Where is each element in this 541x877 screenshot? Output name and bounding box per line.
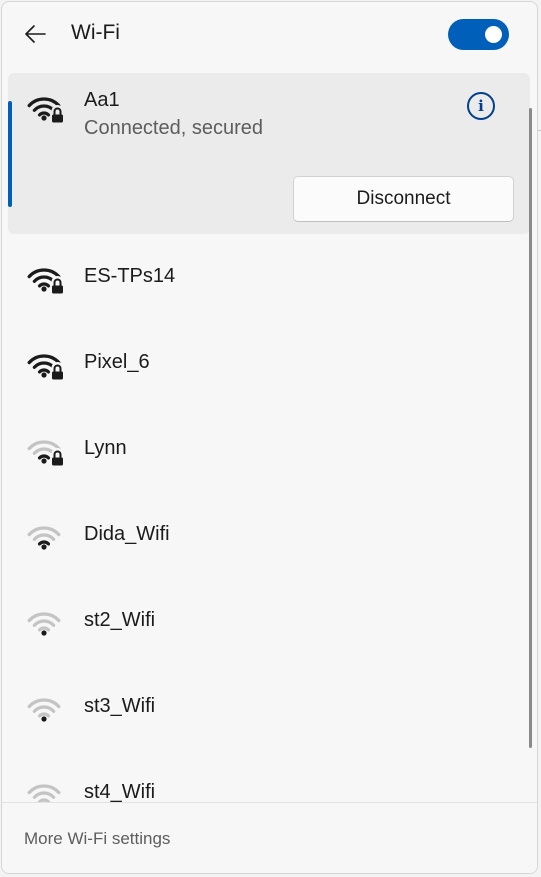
- flyout-footer: More Wi-Fi settings: [2, 802, 537, 873]
- wifi-secured-icon: [27, 354, 65, 380]
- network-item[interactable]: Dida_Wifi: [8, 493, 530, 579]
- network-name: st2_Wifi: [84, 609, 156, 631]
- info-icon[interactable]: i: [467, 92, 495, 120]
- network-item-connected[interactable]: Aa1 Connected, secured i Disconnect: [8, 73, 530, 234]
- network-name: Dida_Wifi: [84, 523, 170, 545]
- network-name: ES-TPs14: [84, 265, 176, 287]
- wifi-icon: [27, 526, 61, 550]
- wifi-icon: [27, 784, 61, 802]
- wifi-secured-icon: [27, 97, 65, 123]
- scrollbar[interactable]: [529, 74, 533, 802]
- network-item[interactable]: ES-TPs14: [8, 235, 530, 321]
- wifi-flyout: Wi-Fi Aa1 Connected, secured i Disconnec…: [1, 1, 538, 874]
- selection-accent: [8, 101, 12, 207]
- network-item[interactable]: Pixel_6: [8, 321, 530, 407]
- scrollbar-thumb[interactable]: [529, 108, 532, 748]
- disconnect-button[interactable]: Disconnect: [293, 176, 514, 222]
- network-item[interactable]: st2_Wifi: [8, 579, 530, 665]
- network-name: Pixel_6: [84, 351, 150, 373]
- network-name: st3_Wifi: [84, 695, 156, 717]
- wifi-toggle[interactable]: [448, 19, 509, 50]
- page-title: Wi-Fi: [71, 21, 120, 44]
- available-networks: ES-TPs14 Pixel_6 Lynn Dida_Wifi st2_Wifi st3_…: [2, 235, 530, 802]
- network-name: Aa1: [84, 89, 120, 111]
- wifi-icon: [27, 612, 61, 636]
- toggle-knob: [485, 26, 502, 43]
- network-name: Lynn: [84, 437, 127, 459]
- network-list[interactable]: Aa1 Connected, secured i Disconnect ES-T…: [2, 73, 530, 802]
- arrow-left-icon: [25, 25, 46, 43]
- wifi-secured-icon: [27, 268, 65, 294]
- network-status: Connected, secured: [84, 117, 264, 139]
- network-name: st4_Wifi: [84, 781, 156, 802]
- network-item[interactable]: st3_Wifi: [8, 665, 530, 751]
- back-button[interactable]: [16, 16, 54, 52]
- wifi-secured-icon: [27, 440, 65, 466]
- more-wifi-settings-link[interactable]: More Wi-Fi settings: [24, 829, 170, 849]
- network-item[interactable]: Lynn: [8, 407, 530, 493]
- flyout-header: Wi-Fi: [2, 2, 537, 66]
- wifi-icon: [27, 698, 61, 722]
- network-item[interactable]: st4_Wifi: [8, 751, 530, 802]
